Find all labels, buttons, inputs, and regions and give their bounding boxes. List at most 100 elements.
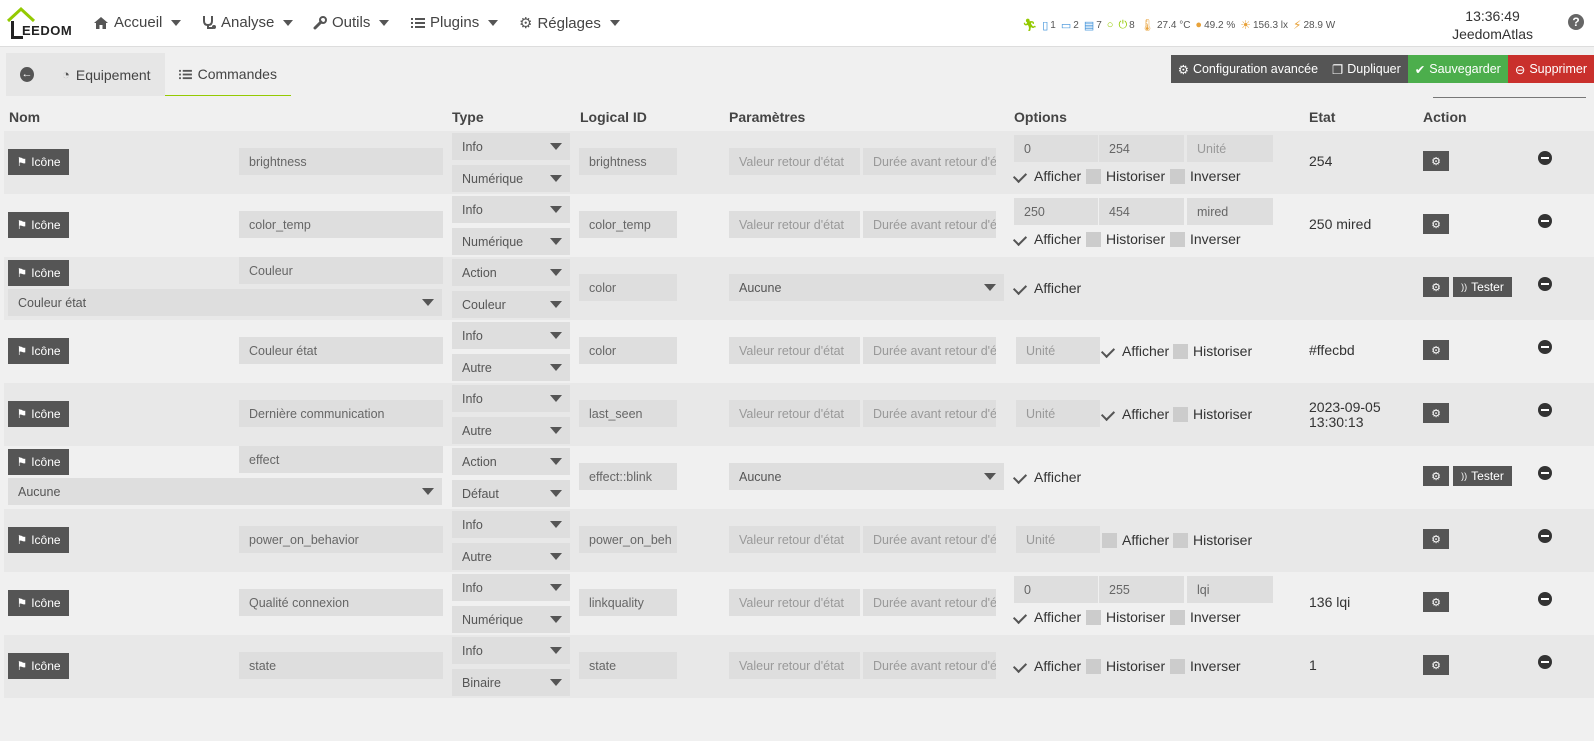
command-name-input[interactable]: color_temp [239,211,443,238]
afficher-checkbox-box[interactable] [1102,407,1117,422]
historiser-checkbox-box[interactable] [1086,609,1101,625]
type-select[interactable]: Info [452,133,570,160]
action-param-select[interactable]: Aucune [729,463,1004,490]
historiser-checkbox-box[interactable] [1086,231,1101,247]
remove-command-icon[interactable] [1538,592,1552,606]
linked-info-select[interactable]: Aucune [8,478,442,505]
logical-id-input[interactable]: linkquality [579,589,677,616]
historiser-checkbox[interactable]: Historiser [1086,168,1165,184]
command-name-input[interactable]: power_on_behavior [239,526,443,553]
inverser-checkbox-box[interactable] [1170,658,1185,674]
inverser-checkbox-box[interactable] [1170,231,1185,247]
subtype-select[interactable]: Autre [452,543,570,570]
temperature-status[interactable]: 🌡︎ 27.4 °C [1140,18,1191,32]
tab-back[interactable]: ← [6,53,48,96]
type-select[interactable]: Info [452,511,570,538]
inverser-checkbox-box[interactable] [1170,168,1185,184]
icone-button[interactable]: ⚑ Icône [8,260,69,286]
configure-command-button[interactable]: ⚙ [1423,214,1449,234]
afficher-checkbox[interactable]: Afficher [1102,406,1169,422]
historiser-checkbox[interactable]: Historiser [1086,231,1165,247]
logical-id-input[interactable]: state [579,652,677,679]
afficher-checkbox[interactable]: Afficher [1102,343,1169,359]
afficher-checkbox-box[interactable] [1102,532,1117,548]
subtype-select[interactable]: Numérique [452,606,570,633]
historiser-checkbox-box[interactable] [1086,168,1101,184]
logical-id-input[interactable]: color_temp [579,211,677,238]
type-select[interactable]: Action [452,259,570,286]
afficher-checkbox[interactable]: Afficher [1014,609,1081,625]
power-status[interactable]: ⚡︎ 28.9 W [1293,18,1335,32]
logical-id-input[interactable]: brightness [579,148,677,175]
historiser-checkbox[interactable]: Historiser [1173,343,1252,359]
min-value-input[interactable]: 250 [1014,198,1098,225]
subtype-select[interactable]: Autre [452,354,570,381]
historiser-checkbox-box[interactable] [1173,406,1188,422]
unit-input[interactable]: Unité [1016,400,1100,427]
remove-command-icon[interactable] [1538,466,1552,480]
return-value-input[interactable]: Valeur retour d'état [729,211,860,238]
min-value-input[interactable]: 0 [1014,576,1098,603]
afficher-checkbox[interactable]: Afficher [1014,280,1081,296]
afficher-checkbox[interactable]: Afficher [1014,469,1081,485]
nav-outils[interactable]: Outils [313,14,390,31]
return-delay-input[interactable]: Durée avant retour d'é [863,337,996,364]
remove-command-icon[interactable] [1538,529,1552,543]
logical-id-input[interactable]: color [579,274,677,301]
type-select[interactable]: Info [452,196,570,223]
remove-command-icon[interactable] [1538,655,1552,669]
inverser-checkbox[interactable]: Inverser [1170,658,1241,674]
tab-equipement[interactable]: ◔ Equipement [48,53,165,96]
shutter-status[interactable]: ▤ 7 [1084,19,1102,32]
unit-input[interactable]: lqi [1187,576,1273,603]
historiser-checkbox[interactable]: Historiser [1086,658,1165,674]
nav-accueil[interactable]: Accueil [93,14,182,31]
afficher-checkbox[interactable]: Afficher [1102,532,1169,548]
configure-command-button[interactable]: ⚙ [1423,655,1449,675]
historiser-checkbox-box[interactable] [1086,658,1101,674]
return-delay-input[interactable]: Durée avant retour d'é [863,526,996,553]
motion-status[interactable]: 🏃︎ [1022,18,1037,32]
return-value-input[interactable]: Valeur retour d'état [729,526,860,553]
afficher-checkbox-box[interactable] [1014,281,1029,296]
afficher-checkbox[interactable]: Afficher [1014,231,1081,247]
logical-id-input[interactable]: color [579,337,677,364]
subtype-select[interactable]: Autre [452,417,570,444]
icone-button[interactable]: ⚑ Icône [8,449,69,475]
icone-button[interactable]: ⚑ Icône [8,338,69,364]
logical-id-input[interactable]: power_on_beh [579,526,677,553]
subtype-select[interactable]: Numérique [452,165,570,192]
historiser-checkbox[interactable]: Historiser [1086,609,1165,625]
historiser-checkbox-box[interactable] [1173,532,1188,548]
type-select[interactable]: Info [452,637,570,664]
window-status[interactable]: ▭ 2 [1061,19,1079,32]
configure-command-button[interactable]: ⚙ [1423,529,1449,549]
humidity-status[interactable]: ● 49.2 % [1195,19,1235,31]
remove-command-icon[interactable] [1538,277,1552,291]
help-icon[interactable]: ? [1568,14,1584,30]
logical-id-input[interactable]: effect::blink [579,463,677,490]
unit-input[interactable]: Unité [1016,337,1100,364]
inverser-checkbox[interactable]: Inverser [1170,231,1241,247]
icone-button[interactable]: ⚑ Icône [8,590,69,616]
afficher-checkbox[interactable]: Afficher [1014,658,1081,674]
remove-command-icon[interactable] [1538,403,1552,417]
historiser-checkbox[interactable]: Historiser [1173,532,1252,548]
delete-button[interactable]: ⊖ Supprimer [1507,55,1594,83]
configure-command-button[interactable]: ⚙ [1423,151,1449,171]
return-delay-input[interactable]: Durée avant retour d'é [863,148,996,175]
command-name-input[interactable]: Couleur [239,257,443,284]
luminosity-status[interactable]: ☀ 156.3 lx [1240,18,1288,32]
afficher-checkbox-box[interactable] [1014,470,1029,485]
return-delay-input[interactable]: Durée avant retour d'é [863,589,996,616]
command-name-input[interactable]: brightness [239,148,443,175]
max-value-input[interactable]: 454 [1099,198,1184,225]
action-param-select[interactable]: Aucune [729,274,1004,301]
return-value-input[interactable]: Valeur retour d'état [729,148,860,175]
plug-status[interactable]: ⏻ 8 [1118,19,1134,32]
min-value-input[interactable]: 0 [1014,135,1098,162]
door-status[interactable]: ▯ 1 [1042,19,1056,32]
command-name-input[interactable]: effect [239,446,443,473]
icone-button[interactable]: ⚑ Icône [8,653,69,679]
duplicate-button[interactable]: ❐ Dupliquer [1325,55,1408,83]
